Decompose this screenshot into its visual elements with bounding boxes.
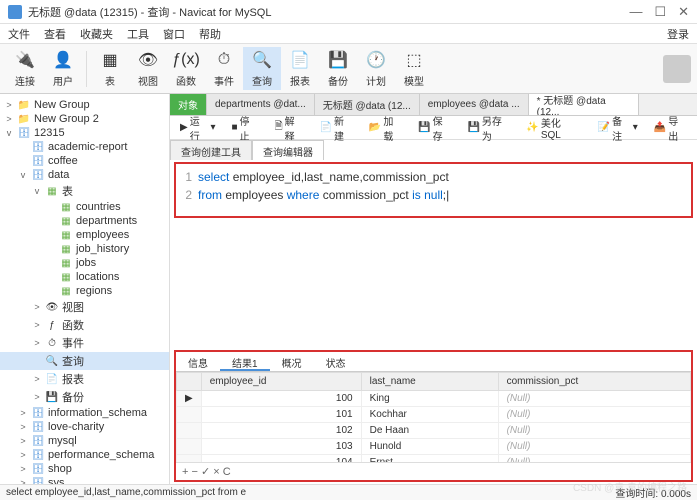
window-title: 无标题 @data (12315) - 查询 - Navicat for MyS… — [28, 4, 629, 20]
tree-item[interactable]: ▦departments — [0, 214, 169, 228]
table-row[interactable]: 103Hunold(Null) — [177, 439, 691, 455]
status-query: select employee_id,last_name,commission_… — [6, 487, 246, 498]
tool-report[interactable]: 📄报表 — [281, 47, 319, 90]
connection-tree[interactable]: >📁New Group>📁New Group 2v🗄12315🗄academic… — [0, 94, 170, 484]
tool-connection[interactable]: 🔌连接 — [6, 47, 44, 90]
tree-item[interactable]: 🗄coffee — [0, 154, 169, 168]
function-icon: ƒ(x) — [175, 49, 197, 71]
menu-favorites[interactable]: 收藏夹 — [80, 26, 113, 42]
app-icon — [8, 5, 22, 19]
view-icon: 👁 — [137, 49, 159, 71]
menu-tools[interactable]: 工具 — [127, 26, 149, 42]
result-tab-result1[interactable]: 结果1 — [220, 352, 270, 371]
tree-item[interactable]: >💾备份 — [0, 388, 169, 406]
watermark: CSDN @袁 袁的编程之路 — [573, 479, 687, 494]
column-header[interactable]: employee_id — [201, 373, 361, 391]
table-icon: ▦ — [99, 49, 121, 71]
column-header[interactable]: last_name — [361, 373, 498, 391]
tree-item[interactable]: v▦表 — [0, 182, 169, 200]
tree-item[interactable]: >📄报表 — [0, 370, 169, 388]
tool-table[interactable]: ▦表 — [91, 47, 129, 90]
tree-item[interactable]: ▦job_history — [0, 242, 169, 256]
tool-user[interactable]: 👤用户 — [44, 47, 82, 90]
tree-item[interactable]: ▦regions — [0, 284, 169, 298]
tool-plan[interactable]: 🕐计划 — [357, 47, 395, 90]
beautify-button[interactable]: ✨ 美化 SQL — [522, 113, 585, 143]
query-icon: 🔍 — [251, 49, 273, 71]
close-button[interactable]: ✕ — [678, 4, 689, 20]
table-row[interactable]: 101Kochhar(Null) — [177, 407, 691, 423]
menu-file[interactable]: 文件 — [8, 26, 30, 42]
result-tab-info[interactable]: 信息 — [176, 352, 220, 371]
report-icon: 📄 — [289, 49, 311, 71]
tree-item[interactable]: >🗄shop — [0, 462, 169, 476]
result-grid[interactable]: employee_idlast_namecommission_pct▶100Ki… — [176, 372, 691, 462]
tree-item[interactable]: v🗄12315 — [0, 126, 169, 140]
event-icon: ⏱ — [213, 49, 235, 71]
table-row[interactable]: 102De Haan(Null) — [177, 423, 691, 439]
tree-item[interactable]: 🔍查询 — [0, 352, 169, 370]
tree-item[interactable]: >⏱事件 — [0, 334, 169, 352]
tree-item[interactable]: >📁New Group 2 — [0, 112, 169, 126]
tab-builder[interactable]: 查询创建工具 — [170, 140, 252, 160]
tree-item[interactable]: >ƒ函数 — [0, 316, 169, 334]
menubar: 文件 查看 收藏夹 工具 窗口 帮助 登录 — [0, 24, 697, 44]
table-row[interactable]: ▶100King(Null) — [177, 391, 691, 407]
query-subtabs: 查询创建工具 查询编辑器 — [170, 140, 697, 160]
tool-function[interactable]: ƒ(x)函数 — [167, 47, 205, 90]
user-icon: 👤 — [52, 49, 74, 71]
tree-item[interactable]: ▦countries — [0, 200, 169, 214]
grid-footer: + − ✓ × C — [176, 462, 691, 480]
table-row[interactable]: 104Ernst(Null) — [177, 455, 691, 463]
model-icon: ⬚ — [403, 49, 425, 71]
tool-query[interactable]: 🔍查询 — [243, 47, 281, 90]
tree-item[interactable]: >🗄love-charity — [0, 420, 169, 434]
result-tab-profile[interactable]: 概况 — [270, 352, 314, 371]
result-tab-status[interactable]: 状态 — [314, 352, 358, 371]
tree-item[interactable]: >🗄mysql — [0, 434, 169, 448]
main-toolbar: 🔌连接 👤用户 ▦表 👁视图 ƒ(x)函数 ⏱事件 🔍查询 📄报表 💾备份 🕐计… — [0, 44, 697, 94]
backup-icon: 💾 — [327, 49, 349, 71]
tree-item[interactable]: >🗄performance_schema — [0, 448, 169, 462]
tool-model[interactable]: ⬚模型 — [395, 47, 433, 90]
results-panel: 信息 结果1 概况 状态 employee_idlast_namecommiss… — [174, 350, 693, 482]
menu-help[interactable]: 帮助 — [199, 26, 221, 42]
tree-item[interactable]: ▦employees — [0, 228, 169, 242]
grid-controls[interactable]: + − ✓ × C — [182, 465, 231, 478]
maximize-button[interactable]: ☐ — [654, 4, 666, 20]
tree-item[interactable]: >👁视图 — [0, 298, 169, 316]
tree-item[interactable]: v🗄data — [0, 168, 169, 182]
tree-item[interactable]: >📁New Group — [0, 98, 169, 112]
tab-editor[interactable]: 查询编辑器 — [252, 140, 324, 160]
tool-backup[interactable]: 💾备份 — [319, 47, 357, 90]
window-controls: — ☐ ✕ — [629, 4, 689, 20]
titlebar: 无标题 @data (12315) - 查询 - Navicat for MyS… — [0, 0, 697, 24]
tree-item[interactable]: ▦jobs — [0, 256, 169, 270]
tool-view[interactable]: 👁视图 — [129, 47, 167, 90]
minimize-button[interactable]: — — [629, 4, 642, 20]
menu-view[interactable]: 查看 — [44, 26, 66, 42]
login-link[interactable]: 登录 — [667, 26, 689, 42]
tree-item[interactable]: ▦locations — [0, 270, 169, 284]
menu-window[interactable]: 窗口 — [163, 26, 185, 42]
plug-icon: 🔌 — [14, 49, 36, 71]
tree-item[interactable]: >🗄sys — [0, 476, 169, 484]
user-avatar[interactable] — [663, 55, 691, 83]
tree-item[interactable]: 🗄academic-report — [0, 140, 169, 154]
column-header[interactable]: commission_pct — [498, 373, 690, 391]
query-actions: ▶ 运行 ▾ ■ 停止 🗎 解释 📄 新建 📂 加载 💾 保存 💾 另存为 ✨ … — [170, 116, 697, 140]
sql-editor[interactable]: 1select employee_id,last_name,commission… — [174, 162, 693, 218]
plan-icon: 🕐 — [365, 49, 387, 71]
tool-event[interactable]: ⏱事件 — [205, 47, 243, 90]
tree-item[interactable]: >🗄information_schema — [0, 406, 169, 420]
